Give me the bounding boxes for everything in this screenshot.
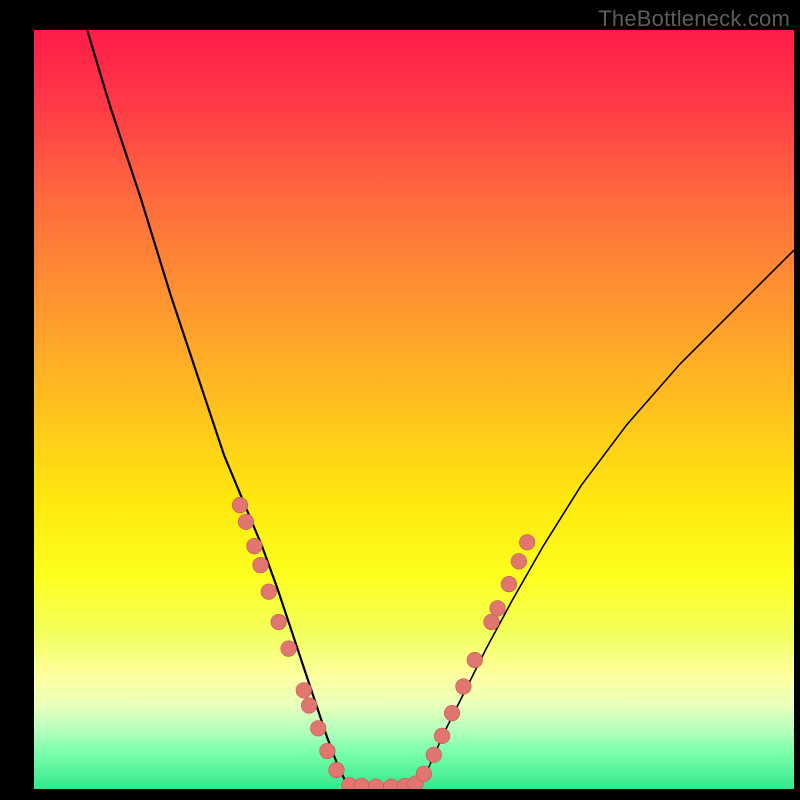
data-point: [434, 728, 450, 744]
data-point: [467, 652, 483, 668]
curve-left-branch: [87, 30, 349, 789]
data-point: [301, 698, 317, 714]
data-point: [490, 601, 506, 617]
watermark-text: TheBottleneck.com: [598, 6, 790, 32]
data-point: [416, 766, 432, 782]
data-point: [383, 779, 399, 789]
chart-svg: [34, 30, 794, 789]
data-point: [247, 538, 263, 554]
data-point: [456, 679, 472, 695]
data-point: [320, 743, 336, 759]
data-point: [232, 497, 248, 513]
data-point: [281, 641, 297, 657]
data-point: [261, 584, 277, 600]
data-point: [519, 535, 535, 551]
data-point: [354, 778, 370, 789]
data-point: [368, 779, 384, 789]
data-point: [329, 762, 345, 778]
data-point: [310, 721, 326, 737]
data-point: [426, 747, 442, 763]
chart-frame: TheBottleneck.com: [0, 0, 800, 800]
data-point: [501, 576, 517, 592]
data-point: [444, 705, 460, 721]
curve-right-branch: [418, 250, 794, 789]
data-point: [484, 614, 500, 630]
data-point: [238, 514, 254, 530]
plot-area: [34, 30, 794, 789]
data-point: [511, 554, 527, 570]
data-point: [253, 557, 269, 573]
data-point: [271, 614, 287, 630]
data-point: [296, 683, 312, 699]
